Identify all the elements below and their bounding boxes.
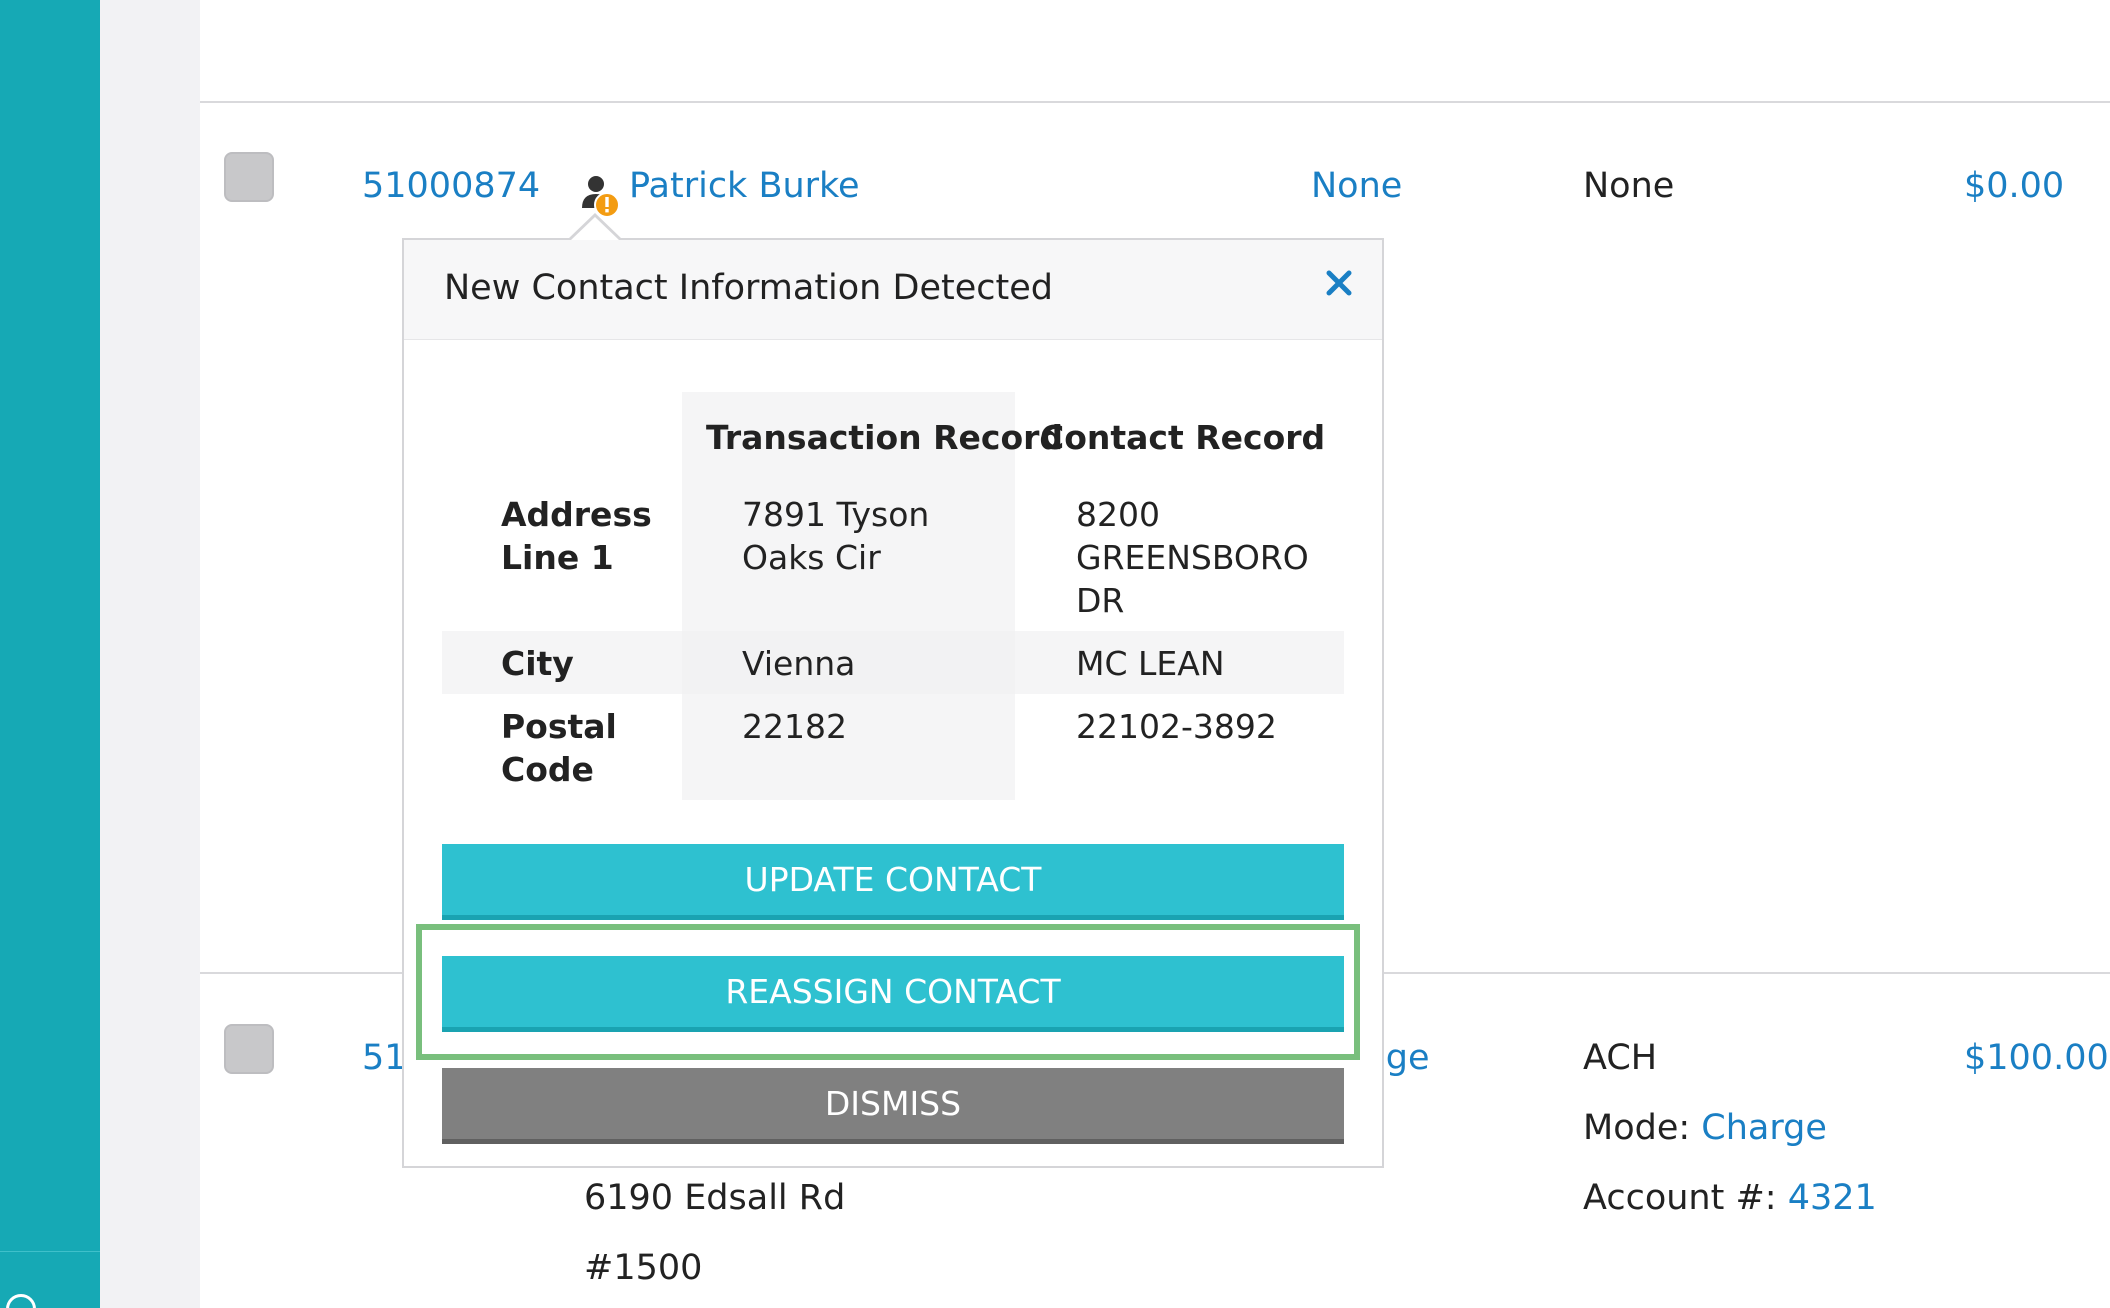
field-label-postal-code: Postal Code [501, 707, 617, 789]
rail-divider [0, 1251, 100, 1252]
row-select-checkbox[interactable] [224, 152, 274, 202]
popover-arrow-fill [571, 217, 619, 240]
payment-mode: Mode: Charge [1583, 1108, 1827, 1148]
contact-warning-icon[interactable] [580, 174, 620, 218]
close-icon[interactable] [1314, 258, 1364, 308]
help-icon[interactable] [6, 1294, 36, 1308]
popover-title: New Contact Information Detected [444, 268, 1053, 308]
payment-type-text: ACH [1583, 1038, 1658, 1078]
side-gutter [100, 0, 200, 1308]
contact-city: MC LEAN [1076, 644, 1225, 683]
row-column-text: None [1583, 166, 1675, 206]
popover-header: New Contact Information Detected [404, 240, 1382, 340]
left-nav-rail [0, 0, 100, 1308]
row-divider [200, 101, 2110, 103]
account-number: Account #: 4321 [1583, 1178, 1877, 1218]
contact-name-link[interactable]: Patrick Burke [629, 166, 860, 206]
mode-value-link[interactable]: Charge [1701, 1108, 1827, 1148]
row-select-checkbox[interactable] [224, 1024, 274, 1074]
transaction-city: Vienna [742, 644, 856, 683]
transaction-address-line-1: 7891 Tyson Oaks Cir [742, 495, 930, 577]
transaction-postal-code: 22182 [742, 707, 847, 746]
address-line-2: #1500 [584, 1248, 703, 1288]
dismiss-button[interactable]: DISMISS [442, 1068, 1344, 1144]
reassign-highlight-outline [416, 924, 1360, 1060]
transaction-record-header: Transaction Record [706, 418, 1064, 457]
account-label: Account #: [1583, 1178, 1777, 1218]
row-amount-link[interactable]: $100.00 [1964, 1038, 2109, 1078]
contact-record-header: Contact Record [1040, 418, 1326, 457]
contact-postal-code: 22102-3892 [1076, 707, 1277, 746]
row-amount-link[interactable]: $0.00 [1964, 166, 2064, 206]
update-contact-button[interactable]: UPDATE CONTACT [442, 844, 1344, 920]
field-label-city: City [501, 644, 574, 683]
row-column-link[interactable]: None [1311, 166, 1402, 206]
mode-label: Mode: [1583, 1108, 1691, 1148]
address-line-1: 6190 Edsall Rd [584, 1178, 846, 1218]
transaction-id-link[interactable]: 51000874 [362, 166, 540, 206]
field-label-address-line-1: Address Line 1 [501, 495, 652, 577]
contact-address-line-1: 8200 GREENSBORO DR [1076, 495, 1309, 620]
row-column-link[interactable]: lge [1376, 1038, 1429, 1078]
account-value-link[interactable]: 4321 [1788, 1178, 1877, 1218]
transaction-id-link[interactable]: 51 [362, 1038, 407, 1078]
